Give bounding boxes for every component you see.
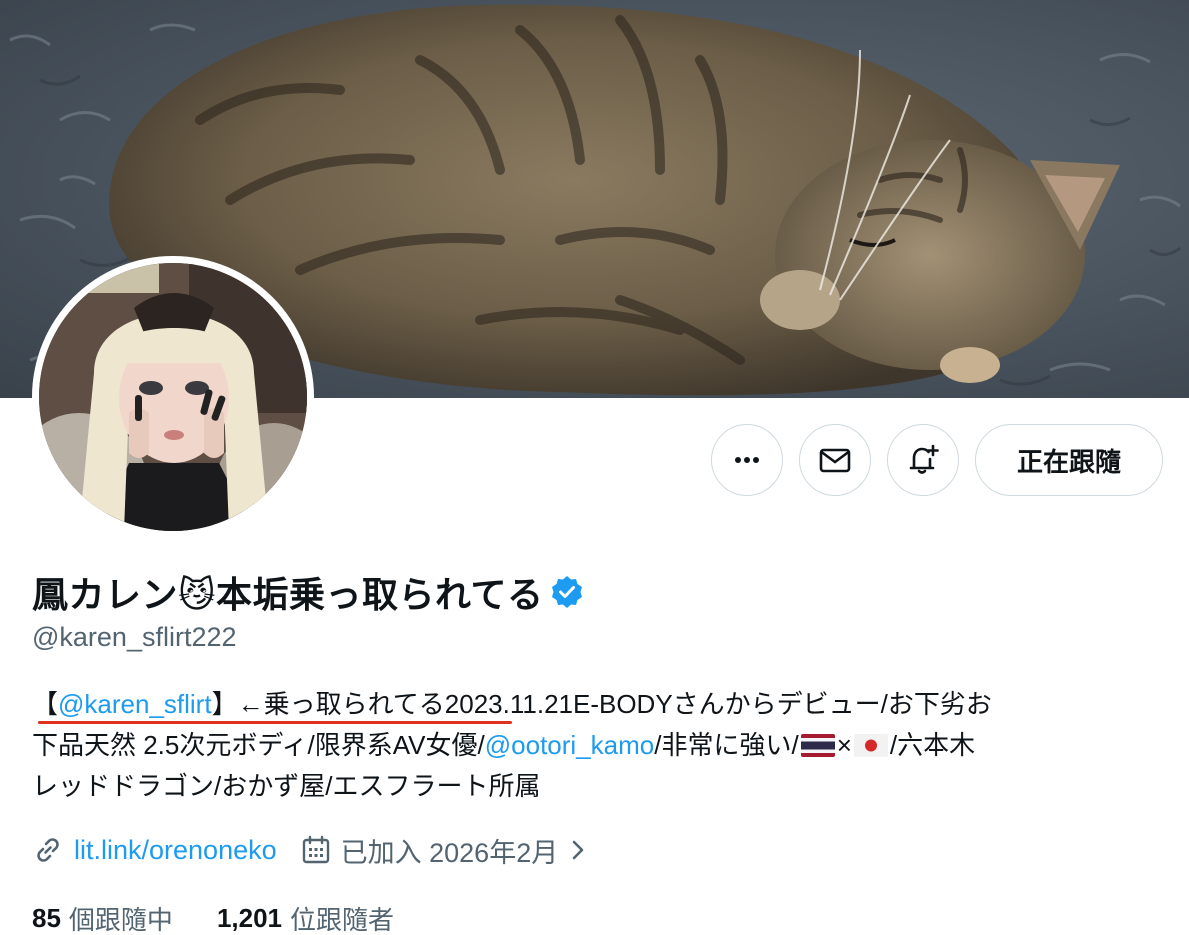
bio-mention-karen-sflirt[interactable]: @karen_sflirt [58,689,212,719]
website-link[interactable]: lit.link/orenoneko [74,835,277,866]
profile-website[interactable]: lit.link/orenoneko [32,834,277,866]
avatar [39,263,307,531]
bio-mention-ootori-kamo[interactable]: @ootori_kamo [485,730,654,760]
followers-count: 1,201 [216,902,283,933]
profile-joined[interactable]: 已加入 2026年2月 [301,831,593,870]
following-button[interactable]: 正在跟隨 [975,424,1163,496]
followers-label: 位跟隨者 [290,904,395,935]
display-name: 鳳カレン😼本垢乗っ取られてる [32,574,544,615]
following-stat[interactable]: 85 個跟隨中 [32,900,173,935]
profile-meta: lit.link/orenoneko 已加入 2026年2月 [32,828,616,872]
link-icon [37,838,59,862]
notify-button[interactable] [887,424,959,496]
envelope-icon [819,448,851,473]
japan-flag-icon [853,734,888,757]
red-highlight-underline [38,721,512,724]
followers-stat[interactable]: 1,201 位跟隨者 [217,900,394,935]
profile-handle: @karen_sflirt222 [32,622,237,652]
bell-plus-icon [909,444,939,474]
more-button[interactable] [711,424,783,496]
bio-text-1: 】←乗っ取られてる2023.11.21E-BODYさんからデビュー/お下劣お [211,689,992,719]
display-name-row: 鳳カレン😼本垢乗っ取られてる [32,566,585,618]
following-label: 個跟隨中 [68,904,173,935]
bio-text-2: 下品天然 2.5次元ボディ/限界系AV女優/ [32,730,485,760]
joined-date: 已加入 2026年2月 [340,837,559,868]
following-count: 85 [32,902,61,933]
more-dots-icon [735,457,759,463]
bio-text-3: /非常に強い/ [654,730,799,760]
bio-text-4: /六本木 [889,730,976,760]
bio-line-3: レッドドラゴン/おかず屋/エスフラート所属 [32,771,541,801]
bio-line-1: 【@karen_sflirt】←乗っ取られてる2023.11.21E-BODYさ… [32,684,1152,725]
chevron-right-icon [572,840,584,860]
verified-badge-icon[interactable] [549,574,585,610]
bio-line-2: 下品天然 2.5次元ボディ/限界系AV女優/@ootori_kamo/非常に強い… [32,725,1152,766]
profile-bio: 【@karen_sflirt】←乗っ取られてる2023.11.21E-BODYさ… [32,684,1152,807]
profile-avatar[interactable] [32,256,314,538]
thailand-flag-icon [800,734,835,757]
calendar-icon [302,835,329,864]
following-button-label: 正在跟隨 [1016,446,1121,477]
profile-stats: 85 個跟隨中 1,201 位跟隨者 [32,898,438,935]
message-button[interactable] [799,424,871,496]
bio-bracket-open: 【 [32,689,59,719]
bio-times: × [836,730,852,760]
